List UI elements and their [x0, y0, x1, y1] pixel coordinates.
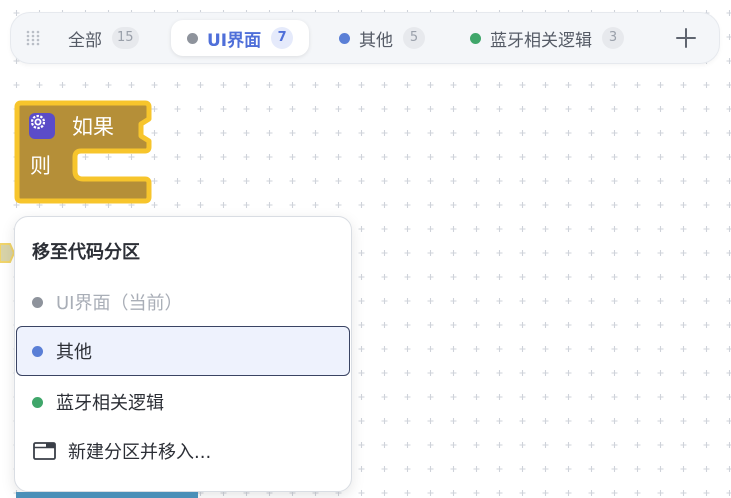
tab-count-badge: 5: [403, 27, 425, 49]
section-color-dot: [339, 32, 350, 44]
tab-count-badge: 7: [271, 27, 294, 49]
menu-title: 移至代码分区: [32, 242, 140, 263]
grip-icon[interactable]: [26, 30, 40, 46]
section-color-dot: [32, 296, 43, 308]
tab-label: UI界面: [207, 30, 262, 51]
menu-item-other[interactable]: 其他: [16, 326, 350, 376]
section-color-dot: [187, 32, 198, 44]
block-if-label: 如果: [72, 115, 114, 139]
tab-other[interactable]: 其他 5: [329, 20, 435, 56]
block-then-label: 则: [30, 154, 51, 178]
menu-item-label: 蓝牙相关逻辑: [56, 393, 164, 414]
hidden-block-edge: [16, 492, 198, 498]
new-window-icon: [33, 442, 56, 460]
tab-bluetooth-logic[interactable]: 蓝牙相关逻辑 3: [460, 20, 634, 56]
plus-icon[interactable]: [673, 25, 699, 51]
menu-item-new-section[interactable]: 新建分区并移入...: [16, 426, 350, 476]
tab-label: 全部: [68, 30, 102, 51]
tab-label: 蓝牙相关逻辑: [490, 30, 592, 51]
section-color-dot: [32, 396, 43, 408]
move-to-section-menu: 移至代码分区 UI界面（当前） 其他 蓝牙相关逻辑 新建分区并移入...: [14, 216, 352, 492]
tab-count-badge: 15: [112, 27, 139, 49]
if-then-block[interactable]: 如果 则: [9, 99, 159, 209]
tab-count-badge: 3: [602, 27, 624, 49]
menu-item-label: UI界面（当前）: [56, 293, 183, 314]
section-tab-bar: 全部 15 UI界面 7 其他 5 蓝牙相关逻辑 3: [10, 12, 720, 64]
menu-item-bluetooth-logic[interactable]: 蓝牙相关逻辑: [16, 377, 350, 427]
menu-item-label: 其他: [56, 342, 92, 363]
tab-label: 其他: [359, 30, 393, 51]
gear-icon[interactable]: [29, 113, 55, 139]
section-color-dot: [470, 32, 481, 44]
section-color-dot: [32, 345, 43, 357]
menu-item-ui-current: UI界面（当前）: [16, 277, 350, 327]
menu-item-label: 新建分区并移入...: [68, 442, 212, 463]
tab-all[interactable]: 全部 15: [58, 20, 149, 56]
tab-ui[interactable]: UI界面 7: [171, 20, 310, 56]
